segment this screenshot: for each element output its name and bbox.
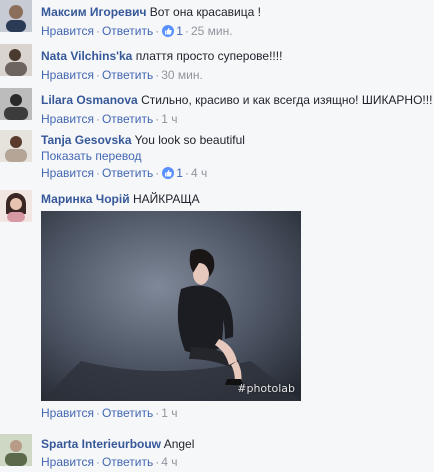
like-count-icon[interactable] bbox=[162, 25, 175, 37]
reply-link[interactable]: Ответить bbox=[102, 112, 153, 126]
user-avatar-icon bbox=[0, 434, 32, 466]
comment-author[interactable]: Nata Vilchins'ka bbox=[41, 49, 132, 63]
comment-author[interactable]: Tanja Gesovska bbox=[41, 133, 132, 147]
photo-image bbox=[41, 211, 301, 401]
comment-time[interactable]: 1 ч bbox=[161, 112, 177, 126]
comment-text: плаття просто суперове!!!! bbox=[135, 49, 283, 63]
comment-time[interactable]: 30 мин. bbox=[161, 68, 203, 82]
avatar[interactable] bbox=[0, 434, 32, 466]
like-count[interactable]: 1 bbox=[176, 24, 183, 38]
like-link[interactable]: Нравится bbox=[41, 166, 94, 180]
comment-actions: Нравится · Ответить · 30 мин. bbox=[41, 68, 203, 82]
comment-item: Nata Vilchins'ka плаття просто суперове!… bbox=[0, 44, 434, 84]
comment-actions: Нравится · Ответить · 1 · 4 ч bbox=[41, 166, 208, 180]
reply-link[interactable]: Ответить bbox=[102, 68, 153, 82]
comment-photo[interactable]: #photolab bbox=[41, 211, 301, 401]
like-link[interactable]: Нравится bbox=[41, 455, 94, 469]
comment-actions: Нравится · Ответить · 1 ч bbox=[41, 112, 178, 126]
comment-actions: Нравится · Ответить · 4 ч bbox=[41, 455, 178, 469]
comment-item: Маринка Чорій НАЙКРАЩА #photolab Нравитс… bbox=[0, 190, 434, 428]
avatar[interactable] bbox=[0, 88, 32, 120]
comment-text: НАЙКРАЩА bbox=[132, 192, 200, 206]
like-link[interactable]: Нравится bbox=[41, 68, 94, 82]
comment-time[interactable]: 25 мин. bbox=[191, 24, 233, 38]
comment-text: Стильно, красиво и как всегда изящно! ШИ… bbox=[141, 93, 433, 107]
comment-actions: Нравится · Ответить · 1 · 25 мин. bbox=[41, 24, 233, 38]
comment-author[interactable]: Максим Игоревич bbox=[41, 5, 146, 19]
comment-item: Lilara Osmanova Стильно, красиво и как в… bbox=[0, 88, 434, 128]
comment-time[interactable]: 4 ч bbox=[191, 166, 207, 180]
comment-author[interactable]: Маринка Чорій bbox=[41, 192, 130, 206]
like-link[interactable]: Нравится bbox=[41, 406, 94, 420]
comment-text: Вот она красавица ! bbox=[149, 5, 261, 19]
comment-text: You look so beautiful bbox=[134, 133, 245, 147]
comment-time[interactable]: 4 ч bbox=[161, 455, 177, 469]
user-avatar-icon bbox=[0, 0, 32, 32]
reply-link[interactable]: Ответить bbox=[102, 166, 153, 180]
like-count-icon[interactable] bbox=[162, 167, 175, 179]
comment-text: Angel bbox=[163, 437, 195, 451]
comment-actions: Нравится · Ответить · 1 ч bbox=[41, 406, 178, 420]
reply-link[interactable]: Ответить bbox=[102, 455, 153, 469]
avatar[interactable] bbox=[0, 44, 32, 76]
comment-author[interactable]: Sparta Interieurbouw bbox=[41, 437, 161, 451]
like-count[interactable]: 1 bbox=[176, 166, 183, 180]
comment-author[interactable]: Lilara Osmanova bbox=[41, 93, 138, 107]
reply-link[interactable]: Ответить bbox=[102, 406, 153, 420]
avatar[interactable] bbox=[0, 0, 32, 32]
reply-link[interactable]: Ответить bbox=[102, 24, 153, 38]
avatar[interactable] bbox=[0, 190, 32, 222]
photo-watermark: #photolab bbox=[237, 382, 295, 395]
avatar[interactable] bbox=[0, 130, 32, 162]
comment-item: Tanja Gesovska You look so beautiful Пок… bbox=[0, 130, 434, 186]
user-avatar-icon bbox=[0, 190, 32, 222]
user-avatar-icon bbox=[0, 130, 32, 162]
comment-time[interactable]: 1 ч bbox=[161, 406, 177, 420]
comment-item: Sparta Interieurbouw Angel Нравится · Отве… bbox=[0, 434, 434, 472]
like-link[interactable]: Нравится bbox=[41, 112, 94, 126]
show-translation-link[interactable]: Показать перевод bbox=[41, 148, 430, 164]
comment-item: Максим Игоревич Вот она красавица ! Нрав… bbox=[0, 0, 434, 40]
user-avatar-icon bbox=[0, 44, 32, 76]
user-avatar-icon bbox=[0, 88, 32, 120]
like-link[interactable]: Нравится bbox=[41, 24, 94, 38]
